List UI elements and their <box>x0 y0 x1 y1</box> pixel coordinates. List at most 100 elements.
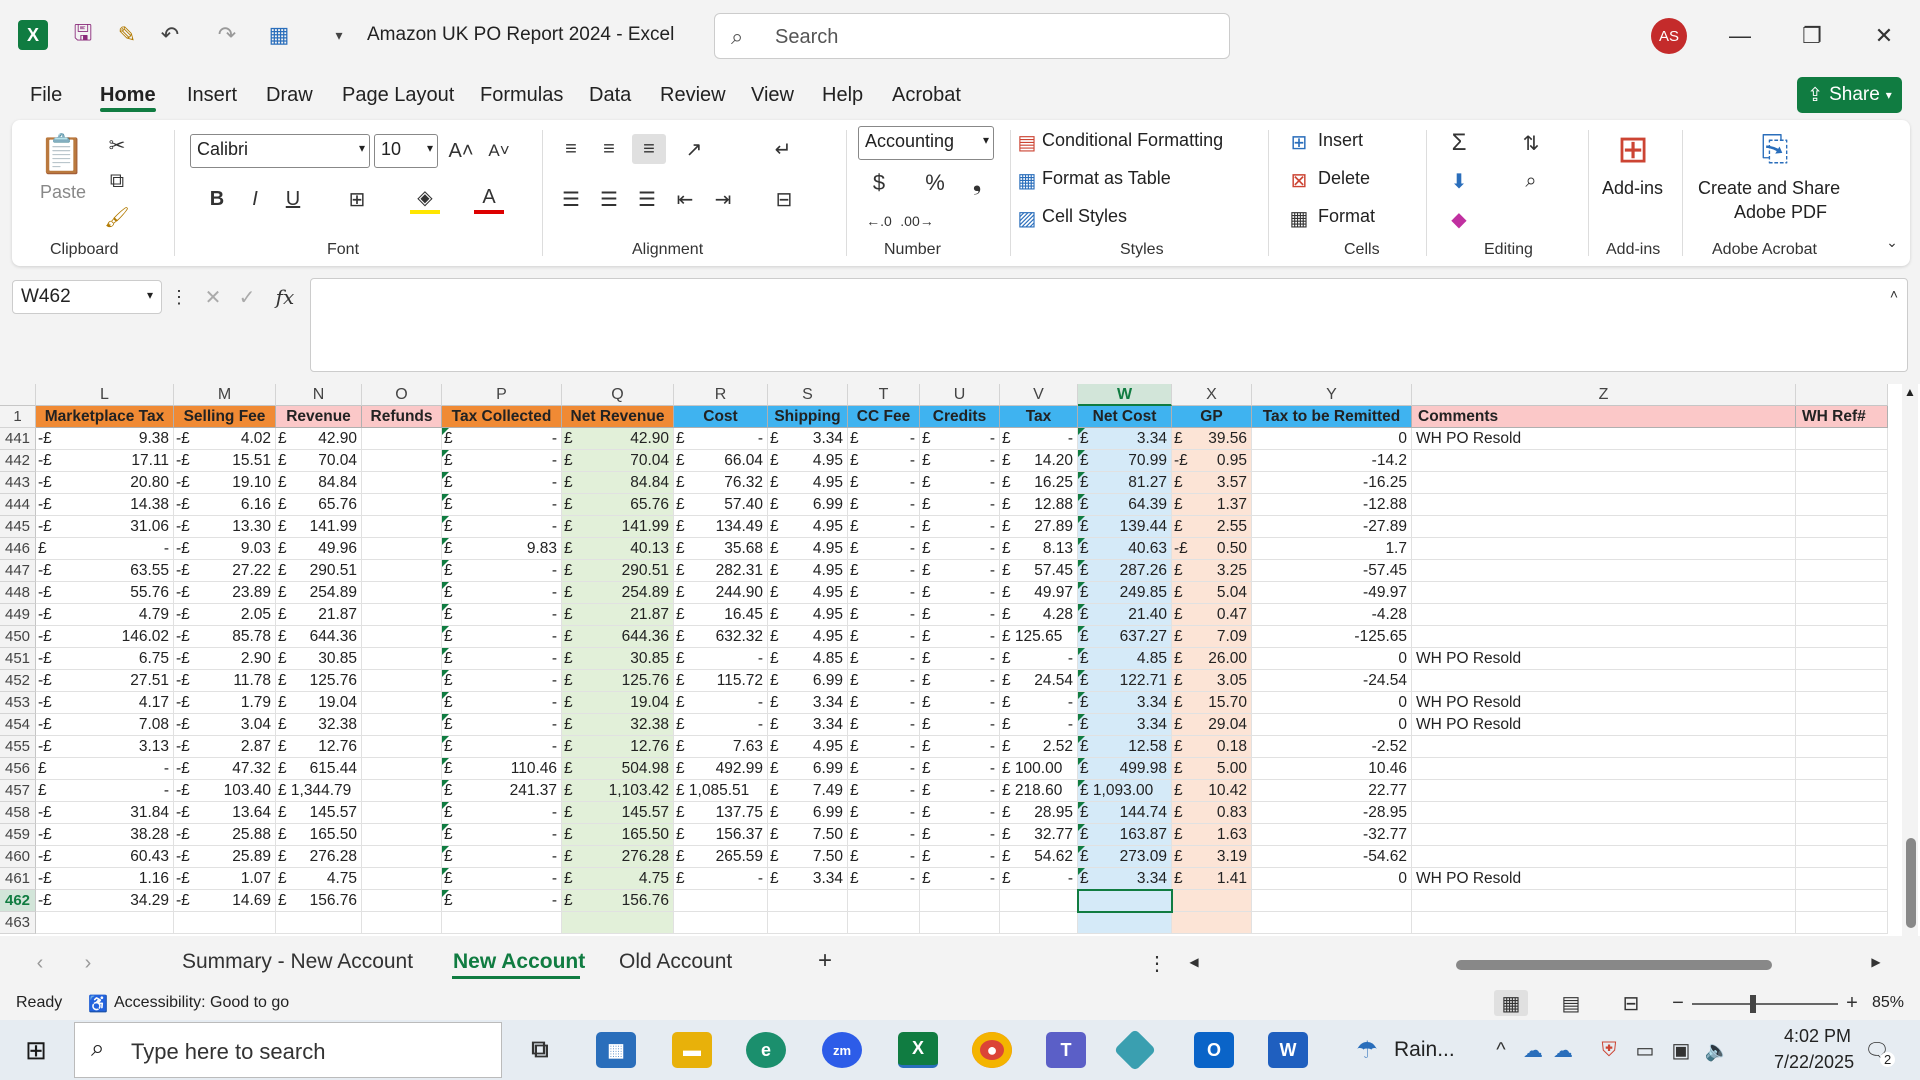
table-cell[interactable] <box>1796 582 1888 604</box>
table-cell[interactable]: -£ 25.89 <box>174 846 276 868</box>
table-cell[interactable]: £644.36 <box>276 626 362 648</box>
table-cell[interactable]: £ - <box>848 868 920 890</box>
row-header[interactable]: 455 <box>0 736 36 758</box>
align-left-icon[interactable]: ☰ <box>556 184 586 214</box>
table-cell[interactable]: £ - <box>920 472 1000 494</box>
word-icon[interactable]: W <box>1268 1032 1308 1068</box>
increase-decimal-icon[interactable]: ←.0 <box>864 206 894 236</box>
table-cell[interactable]: £ - <box>920 516 1000 538</box>
row-header[interactable]: 449 <box>0 604 36 626</box>
chevron-up-icon[interactable]: ^ <box>1490 1036 1512 1064</box>
table-cell[interactable]: -£ 146.02 <box>36 626 174 648</box>
table-cell[interactable]: £163.87 <box>1078 824 1172 846</box>
table-cell[interactable]: £12.58 <box>1078 736 1172 758</box>
table-cell[interactable]: £ - <box>848 780 920 802</box>
table-cell[interactable]: £40.13 <box>562 538 674 560</box>
table-cell[interactable] <box>1796 428 1888 450</box>
table-cell[interactable]: £282.31 <box>674 560 768 582</box>
table-cell[interactable] <box>1796 890 1888 912</box>
table-cell[interactable]: £28.95 <box>1000 802 1078 824</box>
table-cell[interactable]: WH PO Resold <box>1412 868 1796 890</box>
menu-view[interactable]: View <box>751 84 794 107</box>
conditional-formatting-icon[interactable]: ▤ <box>1014 128 1040 156</box>
weather-icon[interactable]: ☂ <box>1350 1034 1384 1066</box>
table-cell[interactable]: -£ 15.51 <box>174 450 276 472</box>
table-cell[interactable] <box>1796 516 1888 538</box>
table-cell[interactable] <box>1412 758 1796 780</box>
table-cell[interactable]: £0.47 <box>1172 604 1252 626</box>
column-header-extra[interactable] <box>1796 384 1888 406</box>
enter-icon[interactable]: ✓ <box>234 284 260 310</box>
table-cell[interactable]: -£ 13.64 <box>174 802 276 824</box>
table-cell[interactable] <box>362 736 442 758</box>
table-cell[interactable]: £ - <box>848 428 920 450</box>
column-header-Z[interactable]: Z <box>1412 384 1796 406</box>
table-cell[interactable]: £ 1,093.00 <box>1078 780 1172 802</box>
table-cell[interactable] <box>362 890 442 912</box>
save-icon[interactable]: 🖫 <box>68 20 98 50</box>
menu-file[interactable]: File <box>30 84 62 107</box>
row-header[interactable]: 445 <box>0 516 36 538</box>
chrome-icon[interactable]: ● <box>972 1032 1012 1068</box>
customize-qat-icon[interactable]: ▾ <box>324 20 354 50</box>
calculator-icon[interactable]: ▦ <box>596 1032 636 1068</box>
table-cell[interactable] <box>1000 890 1078 912</box>
table-cell[interactable] <box>1172 912 1252 934</box>
font-size-select[interactable]: 10 ▾ <box>374 134 438 168</box>
table-cell[interactable] <box>1796 494 1888 516</box>
table-cell[interactable]: £84.84 <box>562 472 674 494</box>
table-cell[interactable]: £4.28 <box>1000 604 1078 626</box>
table-cell[interactable] <box>362 538 442 560</box>
column-header-S[interactable]: S <box>768 384 848 406</box>
table-cell[interactable]: -£ 4.17 <box>36 692 174 714</box>
table-cell[interactable] <box>1412 824 1796 846</box>
table-cell[interactable]: -16.25 <box>1252 472 1412 494</box>
table-cell[interactable]: £ - <box>848 824 920 846</box>
table-cell[interactable]: £3.34 <box>1078 714 1172 736</box>
table-cell[interactable] <box>1796 736 1888 758</box>
table-cell[interactable]: £504.98 <box>562 758 674 780</box>
table-cell[interactable]: WH PO Resold <box>1412 692 1796 714</box>
row-header[interactable]: 446 <box>0 538 36 560</box>
row-header[interactable]: 458 <box>0 802 36 824</box>
table-cell[interactable] <box>1796 758 1888 780</box>
table-cell[interactable] <box>1796 824 1888 846</box>
table-cell[interactable]: £ 100.00 <box>1000 758 1078 780</box>
table-cell[interactable]: 0 <box>1252 868 1412 890</box>
bold-icon[interactable]: B <box>202 184 232 214</box>
table-cell[interactable]: £ - <box>1000 692 1078 714</box>
table-cell[interactable] <box>1412 780 1796 802</box>
table-cell[interactable]: -4.28 <box>1252 604 1412 626</box>
normal-view-icon[interactable]: ▦ <box>1494 990 1528 1016</box>
table-cell[interactable]: -£ 3.13 <box>36 736 174 758</box>
autosum-icon[interactable]: Σ <box>1444 128 1474 158</box>
table-cell[interactable]: £3.57 <box>1172 472 1252 494</box>
task-view-icon[interactable]: ⧉ <box>520 1032 560 1068</box>
table-cell[interactable] <box>1796 472 1888 494</box>
table-cell[interactable]: £139.44 <box>1078 516 1172 538</box>
table-cell[interactable]: £ - <box>848 472 920 494</box>
table-cell[interactable] <box>848 890 920 912</box>
table-cell[interactable]: £4.95 <box>768 450 848 472</box>
table-cell[interactable]: £244.90 <box>674 582 768 604</box>
excel-taskbar-icon[interactable]: X <box>898 1032 938 1068</box>
row-header[interactable]: 461 <box>0 868 36 890</box>
table-cell[interactable]: 0 <box>1252 648 1412 670</box>
format-cells-icon[interactable]: ▦ <box>1286 204 1312 232</box>
table-cell[interactable]: £42.90 <box>276 428 362 450</box>
table-cell[interactable]: £5.04 <box>1172 582 1252 604</box>
table-cell[interactable] <box>1412 626 1796 648</box>
table-cell[interactable] <box>362 824 442 846</box>
table-cell[interactable]: £165.50 <box>562 824 674 846</box>
table-cell[interactable] <box>1796 560 1888 582</box>
table-cell[interactable]: -£ 60.43 <box>36 846 174 868</box>
table-cell[interactable]: £32.77 <box>1000 824 1078 846</box>
row-header[interactable]: 459 <box>0 824 36 846</box>
table-cell[interactable]: £290.51 <box>276 560 362 582</box>
table-cell[interactable]: WH PO Resold <box>1412 648 1796 670</box>
table-cell[interactable]: £49.97 <box>1000 582 1078 604</box>
table-cell[interactable] <box>1796 648 1888 670</box>
table-cell[interactable]: £ 1,085.51 <box>674 780 768 802</box>
table-cell[interactable]: £134.49 <box>674 516 768 538</box>
tab-old-account[interactable]: Old Account <box>619 950 732 974</box>
